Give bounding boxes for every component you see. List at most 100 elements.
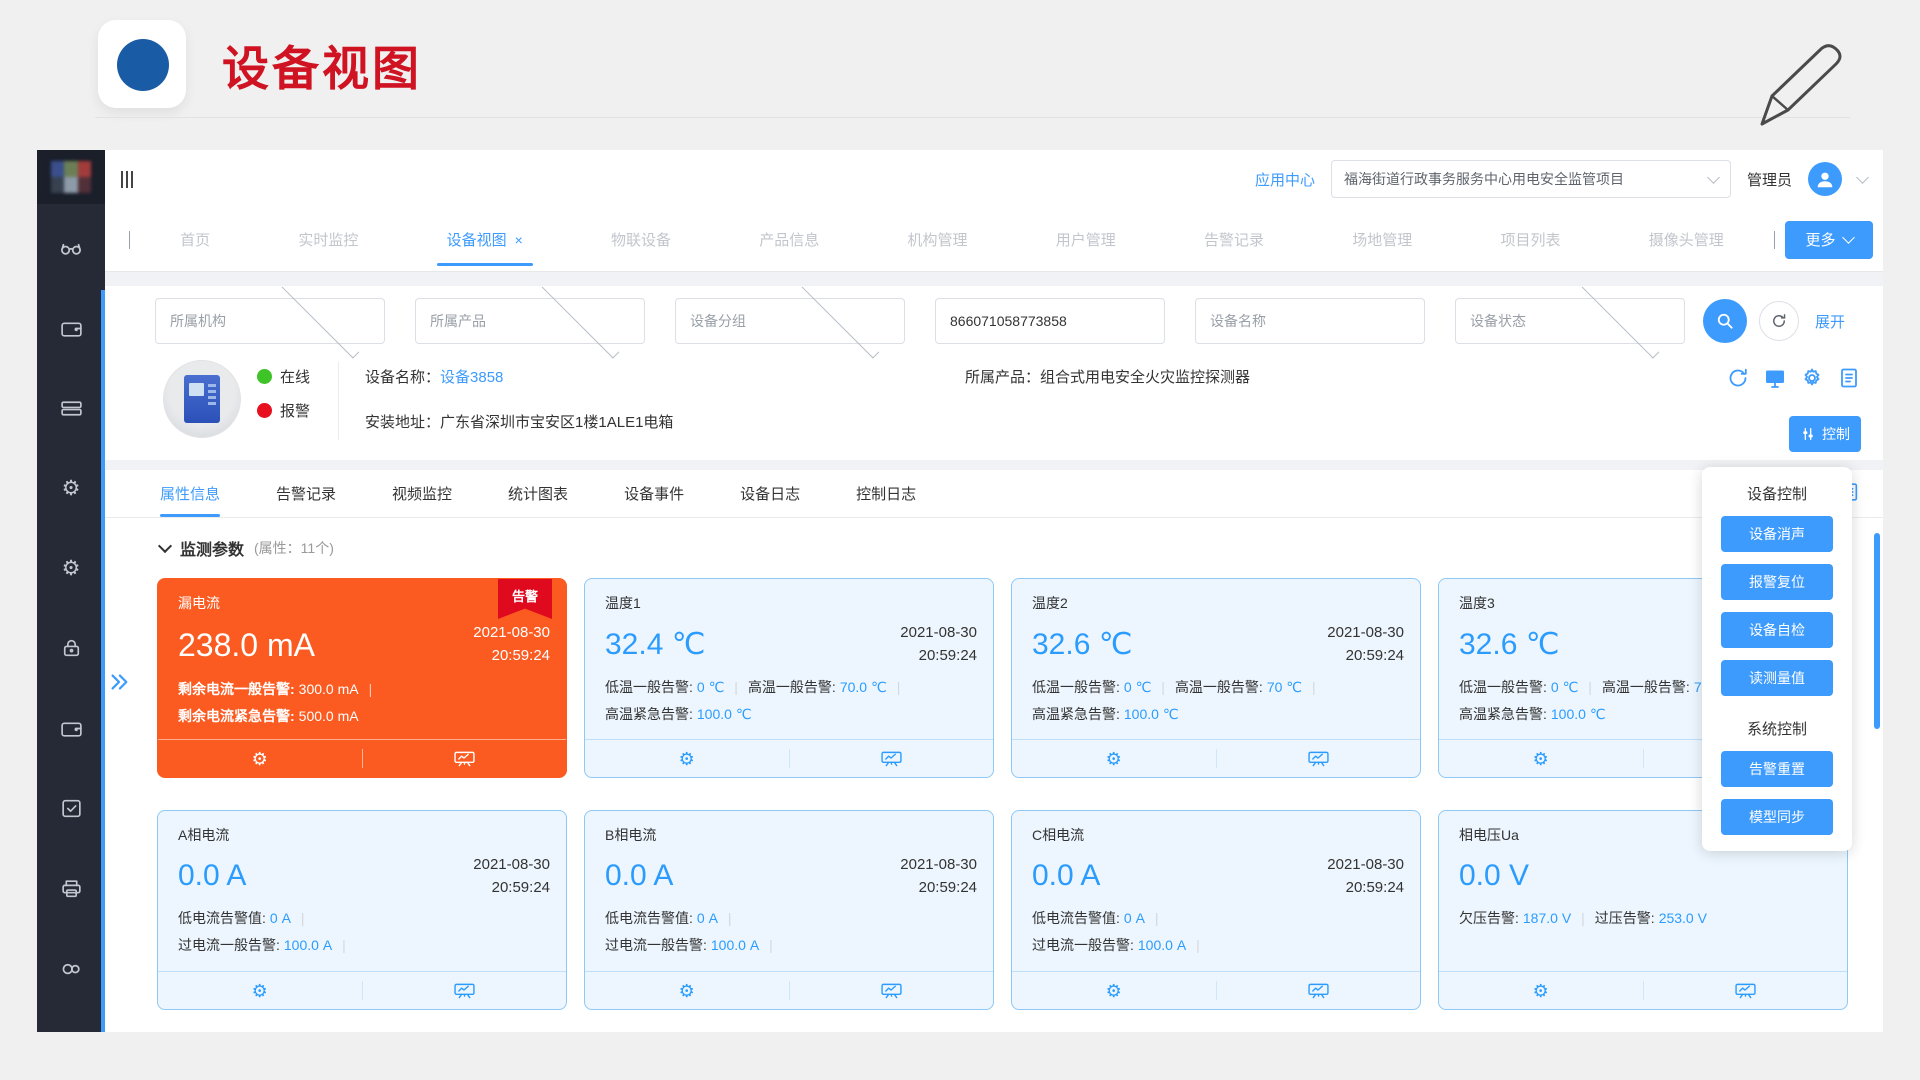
control-action-读测量值[interactable]: 读测量值 xyxy=(1721,660,1833,696)
param-settings-button[interactable]: ⚙ xyxy=(1439,972,1643,1009)
nav-tab-告警记录[interactable]: 告警记录 xyxy=(1200,208,1268,271)
param-timestamp: 2021-08-3020:59:24 xyxy=(473,621,550,668)
filter-select-group[interactable]: 设备分组 xyxy=(675,298,905,344)
title-dot xyxy=(117,39,169,91)
device-name-link[interactable]: 设备3858 xyxy=(440,369,503,386)
nav-tab-首页[interactable]: 首页 xyxy=(176,208,214,271)
gear-icon[interactable]: ⚙ xyxy=(37,448,105,528)
collapse-chevron-icon xyxy=(158,538,172,552)
status-dot-icon xyxy=(257,369,272,384)
filter-row: 所属机构所属产品设备分组 设备状态 展开 xyxy=(105,286,1883,344)
param-title: B相电流 xyxy=(605,825,973,845)
section-meta: (属性：11个) xyxy=(254,538,334,558)
nav-tab-设备视图[interactable]: 设备视图 × xyxy=(443,208,527,271)
avatar[interactable] xyxy=(1808,162,1842,196)
control-action-报警复位[interactable]: 报警复位 xyxy=(1721,564,1833,600)
param-card-温度1: 温度1 32.4 ℃ 2021-08-3020:59:24 低温一般告警:0 ℃… xyxy=(584,578,994,778)
control-action-设备自检[interactable]: 设备自检 xyxy=(1721,612,1833,648)
tabs-prev-icon[interactable] xyxy=(123,231,136,249)
detail-tab-告警记录[interactable]: 告警记录 xyxy=(276,470,336,517)
content-scrollbar[interactable] xyxy=(1874,533,1880,729)
chevron-down-icon xyxy=(1581,280,1658,357)
param-chart-button[interactable] xyxy=(790,740,994,777)
param-settings-button[interactable]: ⚙ xyxy=(1012,740,1216,777)
detail-tab-统计图表[interactable]: 统计图表 xyxy=(508,470,568,517)
nav-tab-物联设备[interactable]: 物联设备 xyxy=(607,208,675,271)
monitor-icon[interactable] xyxy=(1763,366,1787,390)
status-dot-icon xyxy=(257,403,272,418)
reset-button[interactable] xyxy=(1759,301,1799,341)
title-divider xyxy=(95,117,1850,118)
nav-tab-产品信息[interactable]: 产品信息 xyxy=(755,208,823,271)
detail-tab-控制日志[interactable]: 控制日志 xyxy=(856,470,916,517)
wallet-icon-2[interactable] xyxy=(37,688,105,768)
filter-select-org[interactable]: 所属机构 xyxy=(155,298,385,344)
tab-close-icon[interactable]: × xyxy=(515,232,523,248)
detail-tab-设备事件[interactable]: 设备事件 xyxy=(624,470,684,517)
control-action-设备消声[interactable]: 设备消声 xyxy=(1721,516,1833,552)
nav-tab-用户管理[interactable]: 用户管理 xyxy=(1052,208,1120,271)
nav-tab-实时监控[interactable]: 实时监控 xyxy=(294,208,362,271)
topbar: 应用中心 福海街道行政事务服务中心用电安全监管项目 管理员 xyxy=(105,150,1883,208)
user-name: 管理员 xyxy=(1747,169,1792,190)
detail-tab-视频监控[interactable]: 视频监控 xyxy=(392,470,452,517)
project-select[interactable]: 福海街道行政事务服务中心用电安全监管项目 xyxy=(1331,160,1731,198)
param-settings-button[interactable]: ⚙ xyxy=(585,972,789,1009)
refresh-icon[interactable] xyxy=(1726,366,1750,390)
nav-tab-机构管理[interactable]: 机构管理 xyxy=(904,208,972,271)
monitor-glasses-icon[interactable] xyxy=(37,208,105,288)
sidebar-expand-handle[interactable] xyxy=(108,672,130,697)
param-settings-button[interactable]: ⚙ xyxy=(1439,740,1643,777)
detail-tab-设备日志[interactable]: 设备日志 xyxy=(740,470,800,517)
param-card-footer: ⚙ xyxy=(158,971,566,1009)
filter-select-product[interactable]: 所属产品 xyxy=(415,298,645,344)
system-action-模型同步[interactable]: 模型同步 xyxy=(1721,799,1833,835)
param-settings-button[interactable]: ⚙ xyxy=(158,972,362,1009)
expand-filters-link[interactable]: 展开 xyxy=(1815,311,1845,332)
nav-tab-场地管理[interactable]: 场地管理 xyxy=(1348,208,1416,271)
param-chart-button[interactable] xyxy=(1644,972,1848,1009)
filter-input-device-id[interactable] xyxy=(935,298,1165,344)
nav-tab-项目列表[interactable]: 项目列表 xyxy=(1497,208,1565,271)
printer-icon[interactable] xyxy=(37,848,105,928)
detail-tabs: 属性信息 告警记录 视频监控 统计图表 设备事件 设备日志 控制日志 xyxy=(105,470,1883,518)
wallet-icon[interactable] xyxy=(37,288,105,368)
product-name: 组合式用电安全火灾监控探测器 xyxy=(1040,369,1250,386)
gear-icon-2[interactable]: ⚙ xyxy=(37,528,105,608)
param-timestamp: 2021-08-3020:59:24 xyxy=(1327,853,1404,900)
search-button[interactable] xyxy=(1703,299,1747,343)
param-card-footer: ⚙ xyxy=(1439,971,1847,1009)
menu-collapse-icon[interactable] xyxy=(121,171,133,188)
log-list-icon[interactable] xyxy=(1837,366,1861,390)
param-settings-button[interactable]: ⚙ xyxy=(1012,972,1216,1009)
param-settings-button[interactable]: ⚙ xyxy=(158,740,362,777)
section-header[interactable]: 监测参数 (属性：11个) xyxy=(160,536,1883,560)
app-center-link[interactable]: 应用中心 xyxy=(1255,169,1315,190)
tabs-next-icon[interactable] xyxy=(1768,231,1781,249)
detail-tab-属性信息[interactable]: 属性信息 xyxy=(160,470,220,517)
nav-tab-摄像头管理[interactable]: 摄像头管理 xyxy=(1645,208,1728,271)
link-icon[interactable] xyxy=(37,928,105,1008)
param-chart-button[interactable] xyxy=(363,972,567,1009)
gear-icon[interactable] xyxy=(1800,366,1824,390)
param-chart-button[interactable] xyxy=(790,972,994,1009)
param-chart-button[interactable] xyxy=(1217,740,1421,777)
param-chart-button[interactable] xyxy=(363,740,567,777)
nav-tabs: 首页 实时监控 设备视图 × 物联设备 产品信息 机构管理 用户管理 告警记录 … xyxy=(136,208,1768,271)
param-settings-button[interactable]: ⚙ xyxy=(585,740,789,777)
device-statuses: 在线报警 xyxy=(257,356,310,421)
sidebar-logo[interactable] xyxy=(37,150,105,204)
filter-input-device-name[interactable] xyxy=(1195,298,1425,344)
status-报警: 报警 xyxy=(257,400,310,421)
system-action-告警重置[interactable]: 告警重置 xyxy=(1721,751,1833,787)
filter-select-status[interactable]: 设备状态 xyxy=(1455,298,1685,344)
user-menu-chevron-icon[interactable] xyxy=(1856,171,1869,184)
param-chart-button[interactable] xyxy=(1217,972,1421,1009)
param-timestamp: 2021-08-3020:59:24 xyxy=(473,853,550,900)
param-title: C相电流 xyxy=(1032,825,1400,845)
check-square-icon[interactable] xyxy=(37,768,105,848)
control-button[interactable]: 控制 xyxy=(1789,416,1861,452)
more-button[interactable]: 更多 xyxy=(1785,221,1873,259)
lock-icon[interactable] xyxy=(37,608,105,688)
card-rows-icon[interactable] xyxy=(37,368,105,448)
